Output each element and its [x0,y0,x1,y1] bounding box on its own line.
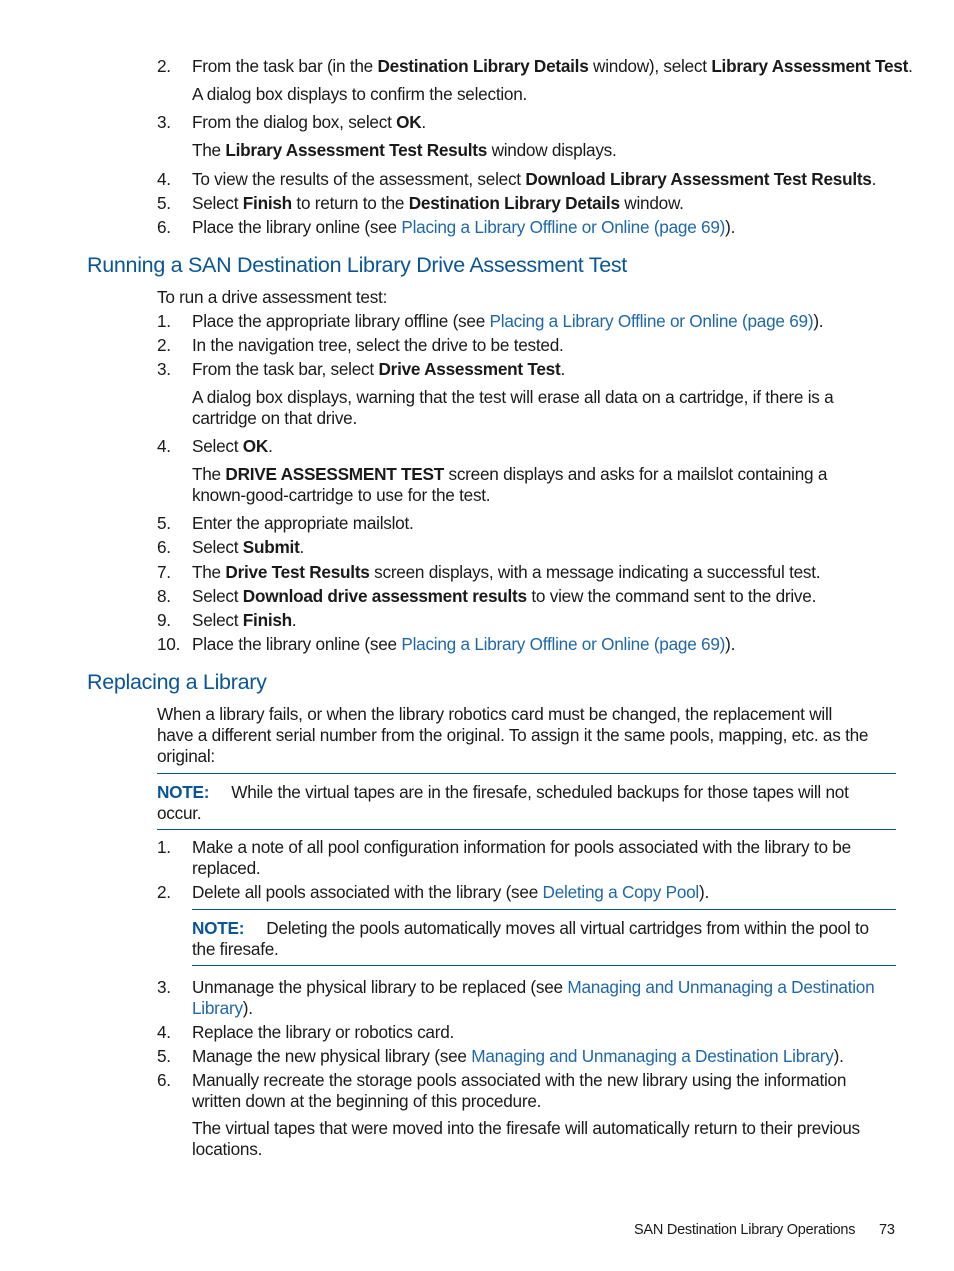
step-note: The Library Assessment Test Results wind… [192,140,617,160]
step-text: In the navigation tree, select the drive… [192,335,564,355]
step-text: From the task bar, select Drive Assessme… [192,359,565,379]
step-text: Make a note of all pool configuration in… [192,837,851,857]
step-number: 4. [157,1022,171,1042]
step-note: cartridge on that drive. [192,408,358,428]
step-number: 2. [157,882,171,902]
step-number: 3. [157,977,171,997]
step-text: Manage the new physical library (see Man… [192,1046,844,1066]
step-number: 5. [157,1046,171,1066]
step-text: Select Submit. [192,537,305,557]
step-number: 1. [157,837,171,857]
note-text: NOTE: Deleting the pools automatically mo… [192,918,869,938]
step-number: 9. [157,610,171,630]
step-text: Select Finish to return to the Destinati… [192,193,684,213]
intro-text: To run a drive assessment test: [157,287,388,307]
note-divider [192,965,896,966]
page-number: 73 [879,1222,895,1238]
cross-reference-link[interactable]: Placing a Library Offline or Online (pag… [401,634,725,654]
step-number: 6. [157,1070,171,1090]
step-number: 4. [157,436,171,456]
step-text: Place the appropriate library offline (s… [192,311,824,331]
cross-reference-link[interactable]: Library [192,998,243,1018]
cross-reference-link[interactable]: Managing and Unmanaging a Destination Li… [471,1046,834,1066]
step-number: 10. [157,634,181,654]
step-text: written down at the beginning of this pr… [192,1091,542,1111]
step-number: 4. [157,169,171,189]
note-text: the firesafe. [192,939,279,959]
step-number: 7. [157,562,171,582]
step-number: 6. [157,537,171,557]
step-number: 5. [157,193,171,213]
step-text: From the dialog box, select OK. [192,112,426,132]
section-heading: Replacing a Library [87,670,267,694]
step-text: Select Finish. [192,610,297,630]
step-text: From the task bar (in the Destination Li… [192,56,913,76]
step-text: Place the library online (see Placing a … [192,217,736,237]
cross-reference-link[interactable]: Placing a Library Offline or Online (pag… [401,217,725,237]
step-note: known-good-cartridge to use for the test… [192,485,491,505]
step-number: 6. [157,217,171,237]
step-text: To view the results of the assessment, s… [192,169,877,189]
step-number: 5. [157,513,171,533]
step-text: replaced. [192,858,261,878]
step-note: The DRIVE ASSESSMENT TEST screen display… [192,464,828,484]
step-text: Unmanage the physical library to be repl… [192,977,875,997]
note-label: NOTE: [157,782,210,802]
step-number: 3. [157,112,171,132]
step-note: A dialog box displays to confirm the sel… [192,84,528,104]
step-number: 3. [157,359,171,379]
cross-reference-link[interactable]: Managing and Unmanaging a Destination [567,977,874,997]
step-text: Library). [192,998,253,1018]
step-text: The Drive Test Results screen displays, … [192,562,821,582]
cross-reference-link[interactable]: Placing a Library Offline or Online (pag… [490,311,814,331]
note-text: occur. [157,803,202,823]
intro-text: When a library fails, or when the librar… [157,704,833,724]
section-heading: Running a SAN Destination Library Drive … [87,253,627,277]
note-label: NOTE: [192,918,245,938]
step-text: Select OK. [192,436,273,456]
note-divider [157,829,896,830]
step-text: Enter the appropriate mailslot. [192,513,414,533]
note-divider [192,909,896,910]
step-note: The virtual tapes that were moved into t… [192,1118,860,1138]
step-text: Delete all pools associated with the lib… [192,882,709,902]
step-number: 1. [157,311,171,331]
step-text: Manually recreate the storage pools asso… [192,1070,847,1090]
intro-text: have a different serial number from the … [157,725,869,745]
step-note: A dialog box displays, warning that the … [192,387,834,407]
note-text: NOTE: While the virtual tapes are in the … [157,782,849,802]
footer-title: SAN Destination Library Operations [634,1222,856,1238]
step-note: locations. [192,1139,263,1159]
step-number: 8. [157,586,171,606]
intro-text: original: [157,746,215,766]
step-number: 2. [157,335,171,355]
note-divider [157,773,896,774]
step-number: 2. [157,56,171,76]
step-text: Place the library online (see Placing a … [192,634,736,654]
cross-reference-link[interactable]: Deleting a Copy Pool [543,882,700,902]
step-text: Replace the library or robotics card. [192,1022,455,1042]
step-text: Select Download drive assessment results… [192,586,817,606]
